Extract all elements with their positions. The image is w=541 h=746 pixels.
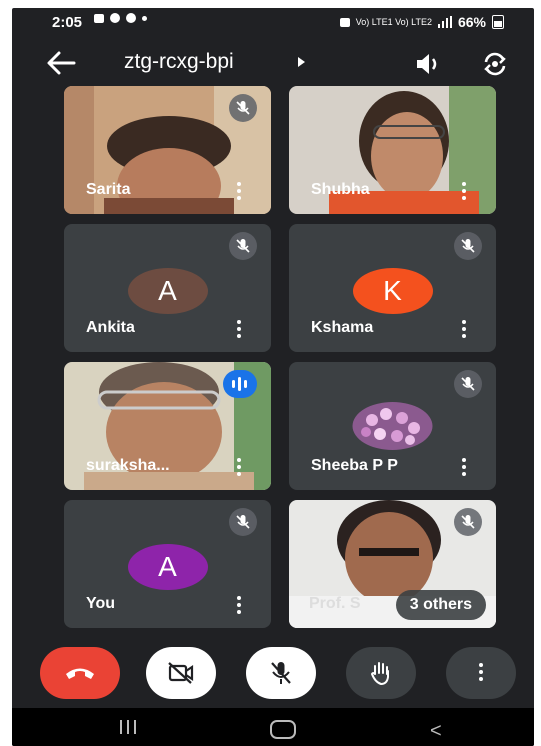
mic-toggle-button[interactable] (246, 647, 316, 699)
more-vert-icon[interactable] (237, 182, 241, 200)
meeting-header: ztg-rcxg-bpi (12, 42, 534, 86)
alarm-icon (339, 17, 350, 27)
system-navigation-bar: < (12, 708, 534, 746)
participant-tile-suraksha[interactable]: suraksha... (64, 362, 271, 490)
mic-off-icon (454, 232, 482, 260)
status-bar: 2:05 Vo) LTE1 Vo) LTE2 66% (12, 8, 534, 36)
back-arrow-icon[interactable] (44, 48, 78, 78)
speaker-icon[interactable] (414, 51, 442, 77)
speaking-indicator-icon (223, 370, 257, 398)
participant-name: Shubha (311, 181, 370, 198)
phone-screen: 2:05 Vo) LTE1 Vo) LTE2 66% ztg-rcxg-bpi (12, 8, 534, 746)
more-vert-icon[interactable] (237, 458, 241, 476)
participant-tile-others[interactable]: Prof. S 3 others (289, 500, 496, 628)
caret-right-icon[interactable] (298, 57, 305, 67)
battery-icon (492, 15, 504, 29)
camera-toggle-button[interactable] (146, 647, 216, 699)
notification-icons (94, 13, 147, 23)
recents-icon[interactable] (120, 720, 136, 734)
status-right: Vo) LTE1 Vo) LTE2 66% (339, 14, 504, 30)
participant-tile-you[interactable]: A You (64, 500, 271, 628)
participant-name: Sheeba P P (311, 457, 398, 474)
avatar: K (352, 268, 433, 314)
more-vert-icon[interactable] (237, 320, 241, 338)
more-vert-icon[interactable] (462, 320, 466, 338)
participant-name: Ankita (86, 319, 135, 336)
chat-icon (126, 13, 136, 23)
notification-icon (94, 13, 104, 23)
more-vert-icon[interactable] (462, 458, 466, 476)
more-vert-icon[interactable] (462, 182, 466, 200)
signal-text: Vo) LTE1 Vo) LTE2 (355, 17, 432, 27)
camera-off-icon (168, 662, 194, 684)
status-time: 2:05 (52, 14, 83, 31)
mic-off-icon (271, 662, 291, 684)
back-nav-icon[interactable]: < (430, 720, 442, 743)
avatar: A (127, 268, 208, 314)
participant-tile-shubha[interactable]: Shubha (289, 86, 496, 214)
meeting-code[interactable]: ztg-rcxg-bpi (124, 50, 234, 74)
mic-off-icon (229, 508, 257, 536)
participant-tile-sheeba[interactable]: Sheeba P P (289, 362, 496, 490)
participant-tile-ankita[interactable]: A Ankita (64, 224, 271, 352)
participant-name: suraksha... (86, 457, 170, 474)
mic-off-icon (229, 94, 257, 122)
signal-icon (437, 16, 452, 28)
participant-tile-sarita[interactable]: Sarita (64, 86, 271, 214)
flower-avatar (352, 402, 433, 450)
mic-off-icon (454, 508, 482, 536)
raise-hand-button[interactable] (346, 647, 416, 699)
participant-name: You (86, 595, 116, 612)
end-call-button[interactable] (40, 647, 120, 699)
battery-percent: 66% (457, 14, 486, 30)
mic-off-icon (229, 232, 257, 260)
raise-hand-icon (370, 662, 389, 686)
end-call-icon (66, 668, 94, 679)
mic-off-icon (454, 370, 482, 398)
others-chip[interactable]: 3 others (395, 590, 486, 620)
participant-name: Sarita (86, 181, 131, 198)
participant-name: Prof. S (309, 595, 361, 612)
more-notifications-dot-icon (142, 15, 147, 21)
participant-name: Kshama (311, 319, 374, 336)
home-icon[interactable] (270, 720, 296, 739)
switch-camera-icon[interactable] (480, 50, 510, 78)
more-vert-icon[interactable] (237, 596, 241, 614)
whatsapp-icon (110, 13, 120, 23)
participant-tile-kshama[interactable]: K Kshama (289, 224, 496, 352)
more-options-button[interactable] (446, 647, 516, 699)
more-options-icon (479, 663, 483, 681)
avatar: A (127, 544, 208, 590)
